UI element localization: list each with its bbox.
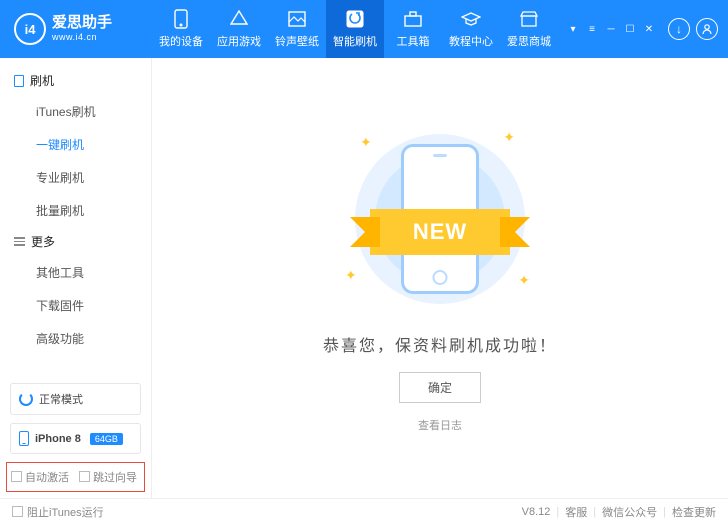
flash-icon (345, 9, 365, 29)
device-icon (19, 431, 29, 446)
sidebar-item-download-fw[interactable]: 下载固件 (0, 289, 151, 322)
new-ribbon: NEW (370, 209, 510, 255)
nav-ringtone[interactable]: 铃声壁纸 (268, 0, 326, 58)
nav-tutorial[interactable]: 教程中心 (442, 0, 500, 58)
storage-badge: 64GB (90, 433, 123, 445)
hamburger-icon (14, 237, 25, 246)
check-auto-activate[interactable]: 自动激活 (11, 469, 69, 485)
phone-icon (171, 9, 191, 29)
activation-options: 自动激活 跳过向导 (6, 462, 145, 492)
logo-icon: i4 (14, 13, 46, 45)
main-content: ✦✦✦✦ NEW 恭喜您，保资料刷机成功啦！ 确定 查看日志 (152, 58, 728, 498)
sidebar-item-oneclick-flash[interactable]: 一键刷机 (0, 128, 151, 161)
shirt-icon[interactable]: ▾ (566, 22, 580, 36)
sidebar-group-flash: 刷机 (0, 66, 151, 95)
sidebar-item-batch-flash[interactable]: 批量刷机 (0, 194, 151, 227)
phone-outline-icon (14, 75, 24, 87)
footer: 阻止iTunes运行 V8.12 | 客服 | 微信公众号 | 检查更新 (0, 498, 728, 524)
sidebar-item-other-tools[interactable]: 其他工具 (0, 256, 151, 289)
support-link[interactable]: 客服 (565, 504, 587, 520)
wallpaper-icon (287, 9, 307, 29)
user-icon[interactable] (696, 18, 718, 40)
menu-icon[interactable]: ≡ (585, 22, 599, 36)
nav-store[interactable]: 爱思商城 (500, 0, 558, 58)
apps-icon (229, 9, 249, 29)
tutorial-icon (461, 9, 481, 29)
mode-label: 正常模式 (39, 391, 83, 407)
sidebar-group-more: 更多 (0, 227, 151, 256)
view-log-link[interactable]: 查看日志 (418, 417, 462, 433)
top-nav: 我的设备 应用游戏 铃声壁纸 智能刷机 工具箱 教程中心 爱思商城 (152, 0, 558, 58)
ok-button[interactable]: 确定 (399, 372, 481, 403)
logo[interactable]: i4 爱思助手 www.i4.cn (0, 13, 152, 45)
nav-my-device[interactable]: 我的设备 (152, 0, 210, 58)
mode-box[interactable]: 正常模式 (10, 383, 141, 415)
refresh-icon (19, 392, 33, 406)
check-block-itunes[interactable]: 阻止iTunes运行 (12, 504, 104, 520)
nav-flash[interactable]: 智能刷机 (326, 0, 384, 58)
store-icon (519, 9, 539, 29)
close-icon[interactable]: ✕ (642, 22, 656, 36)
minimize-icon[interactable]: ─ (604, 22, 618, 36)
success-message: 恭喜您，保资料刷机成功啦！ (323, 332, 557, 356)
device-name: iPhone 8 (35, 433, 81, 445)
check-update-link[interactable]: 检查更新 (672, 504, 716, 520)
app-url: www.i4.cn (52, 32, 112, 43)
check-skip-wizard[interactable]: 跳过向导 (79, 469, 137, 485)
header-controls: ▾ ≡ ─ ☐ ✕ ↓ (566, 18, 728, 40)
wechat-link[interactable]: 微信公众号 (602, 504, 657, 520)
maximize-icon[interactable]: ☐ (623, 22, 637, 36)
version-label: V8.12 (522, 506, 551, 518)
header: i4 爱思助手 www.i4.cn 我的设备 应用游戏 铃声壁纸 智能刷机 工具… (0, 0, 728, 58)
device-box[interactable]: iPhone 8 64GB (10, 423, 141, 454)
nav-toolbox[interactable]: 工具箱 (384, 0, 442, 58)
sidebar-item-pro-flash[interactable]: 专业刷机 (0, 161, 151, 194)
nav-apps[interactable]: 应用游戏 (210, 0, 268, 58)
app-name: 爱思助手 (52, 15, 112, 30)
sidebar-item-itunes-flash[interactable]: iTunes刷机 (0, 95, 151, 128)
download-icon[interactable]: ↓ (668, 18, 690, 40)
success-illustration: ✦✦✦✦ NEW (320, 124, 560, 314)
sidebar-item-advanced[interactable]: 高级功能 (0, 322, 151, 355)
toolbox-icon (403, 9, 423, 29)
sidebar: 刷机 iTunes刷机 一键刷机 专业刷机 批量刷机 更多 其他工具 下载固件 … (0, 58, 152, 498)
